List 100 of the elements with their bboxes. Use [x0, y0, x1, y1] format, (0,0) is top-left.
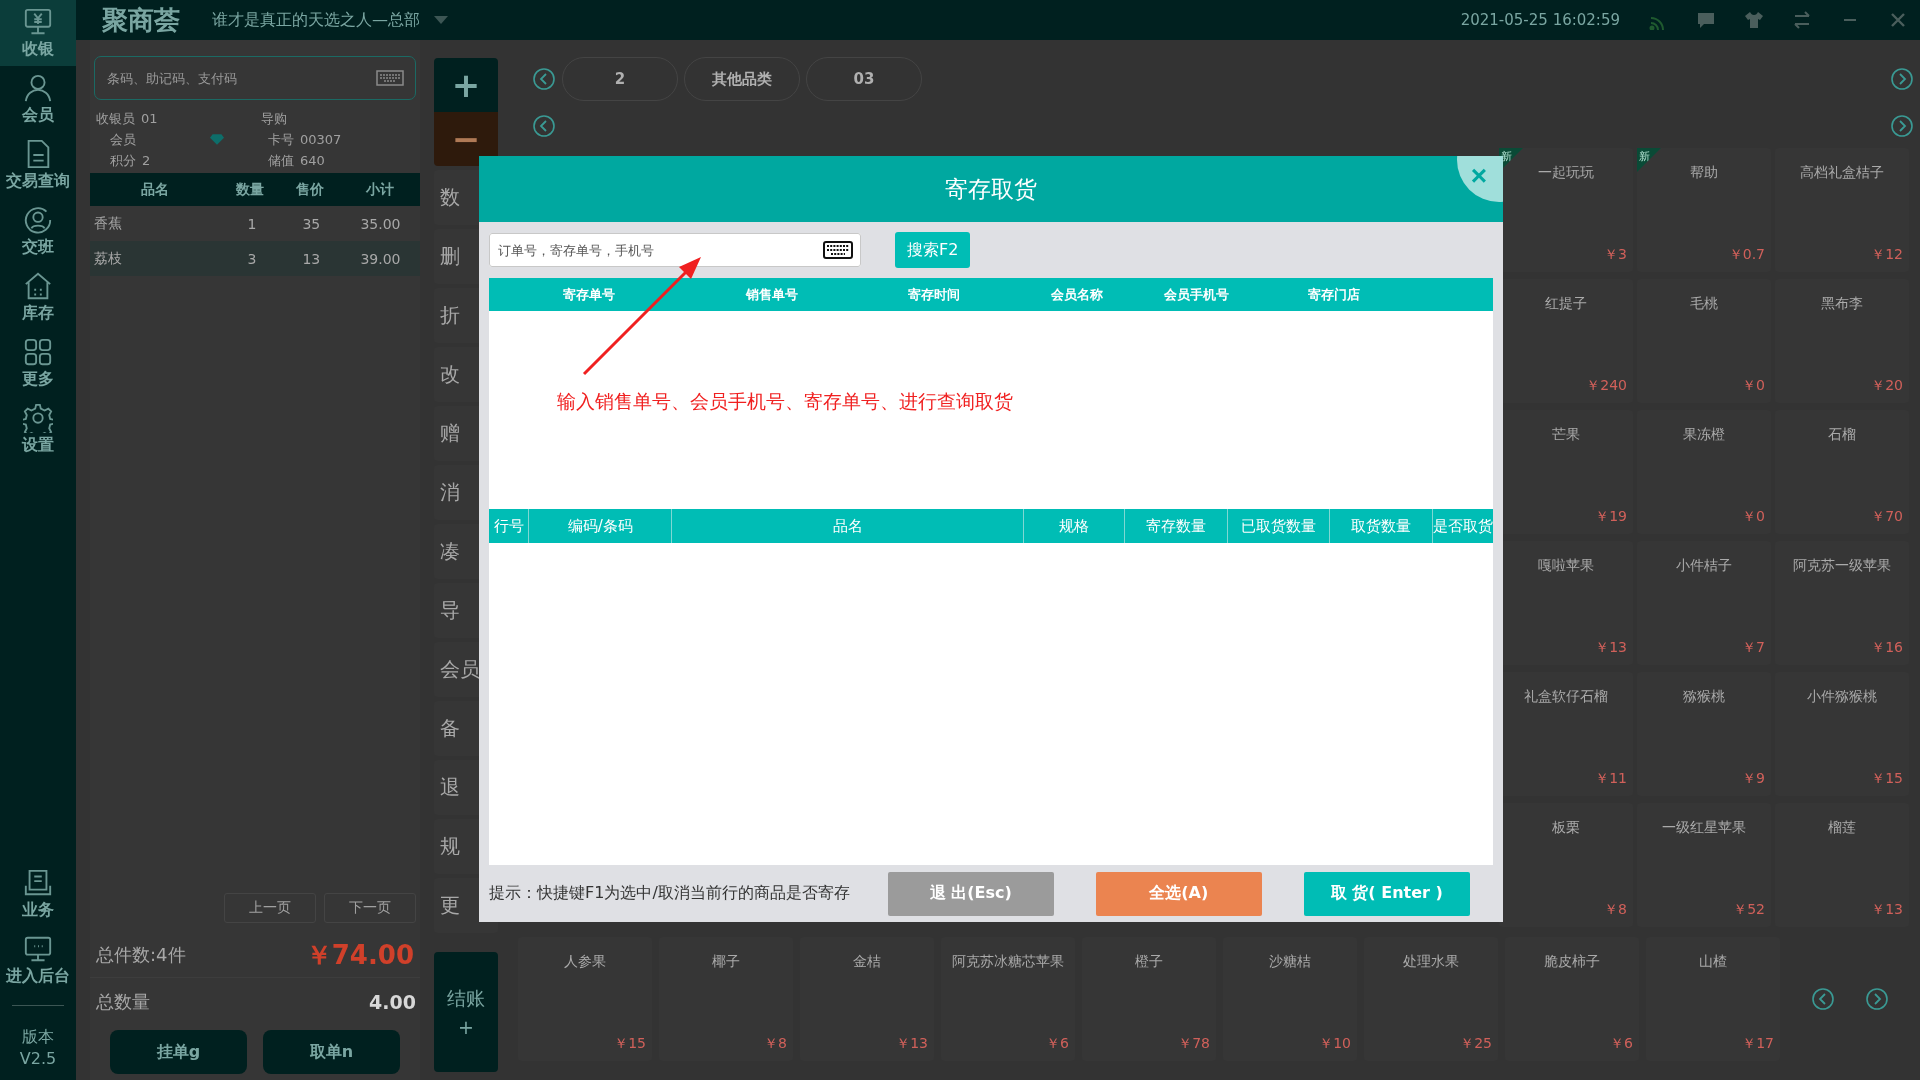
chevron-left-icon[interactable] — [532, 67, 556, 91]
total-amount: ￥74.00 — [305, 938, 414, 972]
product-name: 嘎啦苹果 — [1538, 557, 1594, 575]
product-price: ￥0 — [1742, 377, 1765, 395]
product-price: ￥15 — [1871, 770, 1903, 788]
product-price: ￥0 — [1742, 508, 1765, 526]
previous-page-button[interactable]: 上一页 — [224, 893, 316, 923]
info-value: 2 — [142, 153, 151, 168]
tray-icon — [23, 867, 53, 898]
shirt-icon[interactable] — [1744, 10, 1764, 30]
search-field[interactable]: 条码、助记码、支付码 — [94, 56, 416, 100]
product-name: 一级红星苹果 — [1662, 819, 1746, 837]
column-header: 会员名称 — [1049, 285, 1104, 304]
column-header: 小计 — [365, 180, 395, 199]
product-price: ￥13 — [1871, 901, 1903, 919]
column-header: 售价 — [295, 180, 325, 199]
product-price: ￥6 — [1610, 1035, 1633, 1053]
total-items: 总件数:4件 — [96, 943, 186, 967]
grid-icon — [23, 336, 53, 367]
order-button[interactable]: 挂单g — [110, 1030, 247, 1074]
product-name: 小件猕猴桃 — [1807, 688, 1877, 706]
product-name: 榴莲 — [1828, 819, 1856, 837]
info-label: 导购 — [261, 109, 287, 128]
checkout-button[interactable]: 结账 + — [434, 952, 498, 1072]
chevron-left-icon[interactable] — [532, 114, 556, 138]
category-tab[interactable]: 其他品类 — [684, 57, 800, 101]
message-icon[interactable] — [1696, 10, 1716, 30]
product-price: ￥8 — [764, 1035, 787, 1053]
keyboard-icon[interactable] — [823, 241, 853, 259]
caret-icon[interactable] — [434, 16, 448, 24]
product-price: ￥240 — [1586, 377, 1627, 395]
product-name: 果冻橙 — [1683, 426, 1725, 444]
column-header: 寄存门店 — [1307, 285, 1361, 304]
product-price: ￥9 — [1742, 770, 1765, 788]
product-name: 处理水果 — [1403, 953, 1459, 971]
store-name: 谁才是真正的天选之人—总部 — [212, 9, 420, 31]
total-quantity-label: 总数量 — [96, 990, 150, 1014]
column-header: 会员手机号 — [1163, 285, 1230, 304]
product-price: ￥0.7 — [1728, 246, 1765, 264]
next-page-button[interactable]: 下一页 — [324, 893, 416, 923]
total-quantity: 4.00 — [369, 991, 416, 1013]
product-name: 沙糖桔 — [1269, 953, 1311, 971]
sidebar-item[interactable]: 交易查询 — [0, 132, 76, 198]
product-price: ￥12 — [1871, 246, 1903, 264]
category-tab[interactable]: 2 — [562, 57, 678, 101]
dialog-title: 寄存取货 — [945, 174, 1037, 204]
product-name: 板栗 — [1552, 819, 1580, 837]
product-price: ￥13 — [1595, 639, 1627, 657]
product-name: 石榴 — [1828, 426, 1856, 444]
sidebar-item[interactable]: 会员 — [0, 66, 76, 132]
column-header: 是否取货 — [1433, 516, 1493, 537]
product-name: 人参果 — [564, 953, 606, 971]
product-name: 阿克苏一级苹果 — [1793, 557, 1891, 575]
product-name: 高档礼盒桔子 — [1800, 164, 1884, 182]
product-price: ￥78 — [1178, 1035, 1210, 1053]
house-icon — [23, 270, 53, 301]
product-price: ￥6 — [1046, 1035, 1069, 1053]
info-value: 640 — [300, 153, 325, 168]
product-name: 毛桃 — [1690, 295, 1718, 313]
product-name: 金桔 — [853, 953, 881, 971]
sidebar-item[interactable]: 更多 — [0, 330, 76, 396]
add-button[interactable]: + — [434, 58, 498, 112]
chevron-left-icon[interactable] — [1811, 987, 1835, 1011]
dialog-button[interactable]: 退 出(Esc) — [887, 871, 1054, 916]
info-label: 积分 — [110, 151, 136, 170]
datetime: 2021-05-25 16:02:59 — [1460, 11, 1620, 29]
info-value: 01 — [141, 111, 158, 126]
order-button[interactable]: 取单n — [263, 1030, 400, 1074]
sidebar-item[interactable]: 交班 — [0, 198, 76, 264]
sidebar-item[interactable]: 业务 — [0, 861, 76, 927]
column-header: 销售单号 — [744, 285, 799, 304]
sidebar-item[interactable]: 进入后台 — [0, 927, 76, 993]
column-header: 品名 — [140, 180, 170, 199]
product-name: 红提子 — [1545, 295, 1587, 313]
sidebar-item[interactable]: 收银 — [0, 0, 76, 66]
column-header: 数量 — [235, 180, 265, 199]
product-price: ￥3 — [1604, 246, 1627, 264]
category-tab[interactable]: 03 — [806, 57, 922, 101]
product-price: ￥8 — [1604, 901, 1627, 919]
chevron-right-icon[interactable] — [1865, 987, 1889, 1011]
product-price: ￥15 — [614, 1035, 646, 1053]
product-price: ￥11 — [1595, 770, 1627, 788]
sidebar-item[interactable]: 库存 — [0, 264, 76, 330]
cart-row[interactable]: 香蕉 1 35 35.00 — [90, 206, 420, 241]
remove-button[interactable]: − — [434, 112, 498, 166]
swap-icon[interactable] — [1792, 10, 1812, 30]
product-price: ￥52 — [1733, 901, 1765, 919]
chevron-right-icon[interactable] — [1890, 67, 1914, 91]
chevron-right-icon[interactable] — [1890, 114, 1914, 138]
cart-row[interactable]: 荔枝 3 13 39.00 — [90, 241, 420, 276]
product-price: ￥70 — [1871, 508, 1903, 526]
info-value: 00307 — [300, 132, 342, 147]
product-price: ￥25 — [1460, 1035, 1492, 1053]
product-price: ￥19 — [1595, 508, 1627, 526]
info-label: 会员 — [110, 130, 136, 149]
sidebar-item[interactable]: 设置 — [0, 396, 76, 462]
version-number: V2.5 — [19, 1048, 57, 1070]
info-label: 收银员 — [96, 109, 135, 128]
logo: 聚商荟 — [102, 3, 180, 37]
product-name: 脆皮柿子 — [1544, 953, 1600, 971]
